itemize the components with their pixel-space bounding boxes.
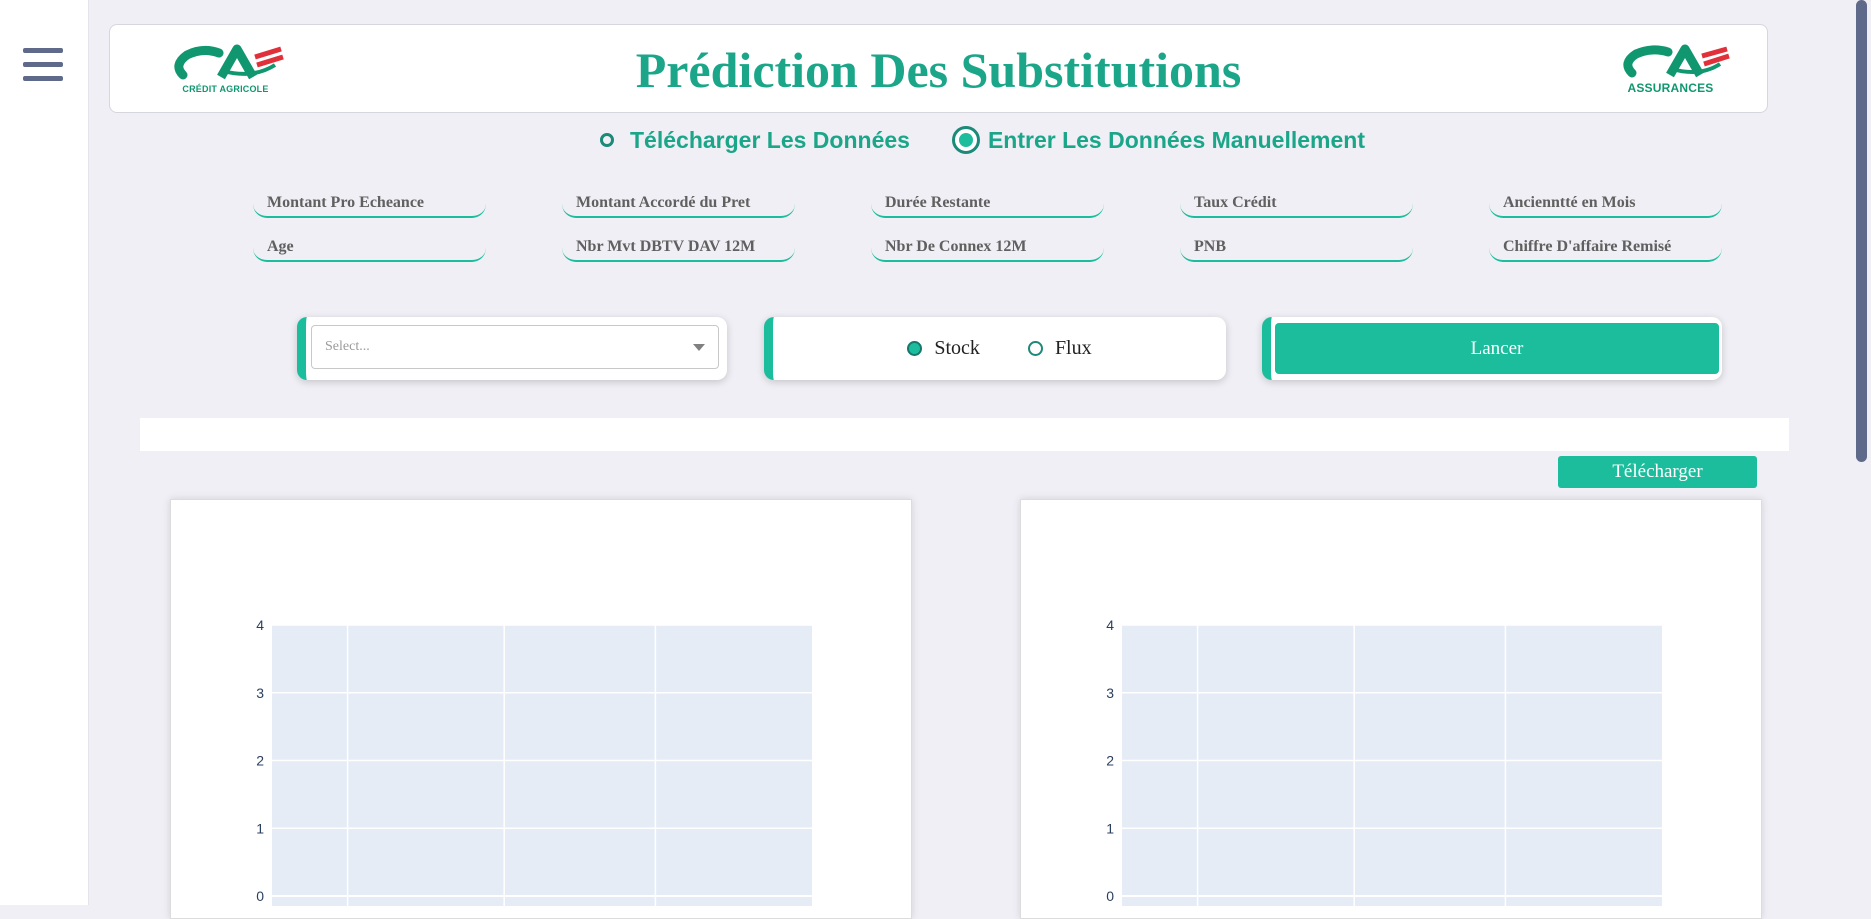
- field-label: Nbr Mvt DBTV DAV 12M: [576, 238, 756, 255]
- y-tick-label: 2: [1106, 753, 1114, 769]
- logo-right-text: ASSURANCES: [1627, 81, 1714, 95]
- field-montant-accorde[interactable]: Montant Accordé du Pret: [562, 188, 795, 218]
- field-label: Ancienntté en Mois: [1503, 194, 1636, 211]
- field-label: Montant Accordé du Pret: [576, 194, 751, 211]
- type-stock-label: Stock: [934, 337, 980, 359]
- scrollbar-thumb[interactable]: [1856, 0, 1867, 462]
- credit-agricole-assurances-logo: ASSURANCES: [1608, 43, 1733, 101]
- chart-right-svg: 0 1 2 3 4: [1106, 617, 1662, 906]
- type-flux-option[interactable]: Flux: [1027, 337, 1092, 360]
- type-flux-label: Flux: [1054, 337, 1092, 359]
- field-label: Age: [267, 238, 294, 255]
- mode-upload-label: Télécharger Les Données: [630, 126, 910, 153]
- radio-unselected-icon[interactable]: [1027, 341, 1043, 356]
- field-label: Montant Pro Echeance: [267, 194, 425, 211]
- y-tick-label: 4: [1106, 617, 1114, 633]
- chart-left-svg: 0 1 2 3 4: [256, 617, 812, 906]
- field-duree-restante[interactable]: Durée Restante: [871, 188, 1104, 218]
- type-radio-card: Stock Flux: [764, 317, 1226, 380]
- field-pnb[interactable]: PNB: [1180, 232, 1413, 262]
- y-tick-label: 0: [1106, 888, 1114, 904]
- type-stock-option[interactable]: Stock: [907, 337, 980, 360]
- hamburger-icon[interactable]: [23, 48, 63, 84]
- chart-card-left: 0 1 2 3 4: [170, 499, 912, 919]
- y-tick-label: 3: [1106, 685, 1114, 701]
- y-tick-label: 4: [256, 617, 264, 633]
- header: CRÉDIT AGRICOLE Prédiction Des Substitut…: [109, 24, 1768, 113]
- download-button[interactable]: Télécharger: [1558, 456, 1757, 488]
- select-card: Select...: [297, 317, 727, 380]
- model-select[interactable]: Select...: [311, 325, 719, 369]
- mode-upload-option[interactable]: Télécharger Les Données: [600, 127, 910, 154]
- launch-button[interactable]: Lancer: [1275, 323, 1719, 374]
- radio-selected-icon[interactable]: [907, 341, 923, 356]
- field-label: Taux Crédit: [1194, 194, 1277, 211]
- sidebar: [0, 0, 89, 905]
- y-tick-label: 2: [256, 753, 264, 769]
- radio-unselected-icon[interactable]: [600, 133, 614, 147]
- field-label: Chiffre D'affaire Remisé: [1503, 238, 1672, 255]
- field-nbr-connex[interactable]: Nbr De Connex 12M: [871, 232, 1104, 262]
- field-label: Durée Restante: [885, 194, 991, 211]
- field-label: PNB: [1194, 238, 1226, 255]
- field-montant-pro-echeance[interactable]: Montant Pro Echeance: [253, 188, 486, 218]
- field-taux-credit[interactable]: Taux Crédit: [1180, 188, 1413, 218]
- mode-manual-label: Entrer Les Données Manuellement: [987, 126, 1365, 153]
- plot-area: [272, 625, 812, 906]
- chevron-down-icon[interactable]: [693, 344, 705, 351]
- data-mode-radio-group: Télécharger Les Données Entrer Les Donné…: [600, 122, 1407, 158]
- chart-card-right: 0 1 2 3 4: [1020, 499, 1762, 919]
- field-label: Nbr De Connex 12M: [885, 238, 1027, 255]
- y-tick-label: 3: [256, 685, 264, 701]
- field-chiffre-affaire[interactable]: Chiffre D'affaire Remisé: [1489, 232, 1722, 262]
- plot-area: [1122, 625, 1662, 906]
- field-age[interactable]: Age: [253, 232, 486, 262]
- y-tick-label: 1: [256, 820, 264, 836]
- launch-card: Lancer: [1262, 317, 1722, 380]
- type-radio-group: Stock Flux: [773, 337, 1226, 360]
- results-bar: [140, 418, 1789, 451]
- field-anciennete[interactable]: Ancienntté en Mois: [1489, 188, 1722, 218]
- field-nbr-mvt[interactable]: Nbr Mvt DBTV DAV 12M: [562, 232, 795, 262]
- radio-selected-icon[interactable]: [951, 126, 980, 154]
- y-tick-label: 0: [256, 888, 264, 904]
- mode-manual-option[interactable]: Entrer Les Données Manuellement: [951, 126, 1365, 154]
- page-title: Prédiction Des Substitutions: [635, 42, 1242, 98]
- select-placeholder: Select...: [325, 339, 370, 354]
- y-tick-label: 1: [1106, 820, 1114, 836]
